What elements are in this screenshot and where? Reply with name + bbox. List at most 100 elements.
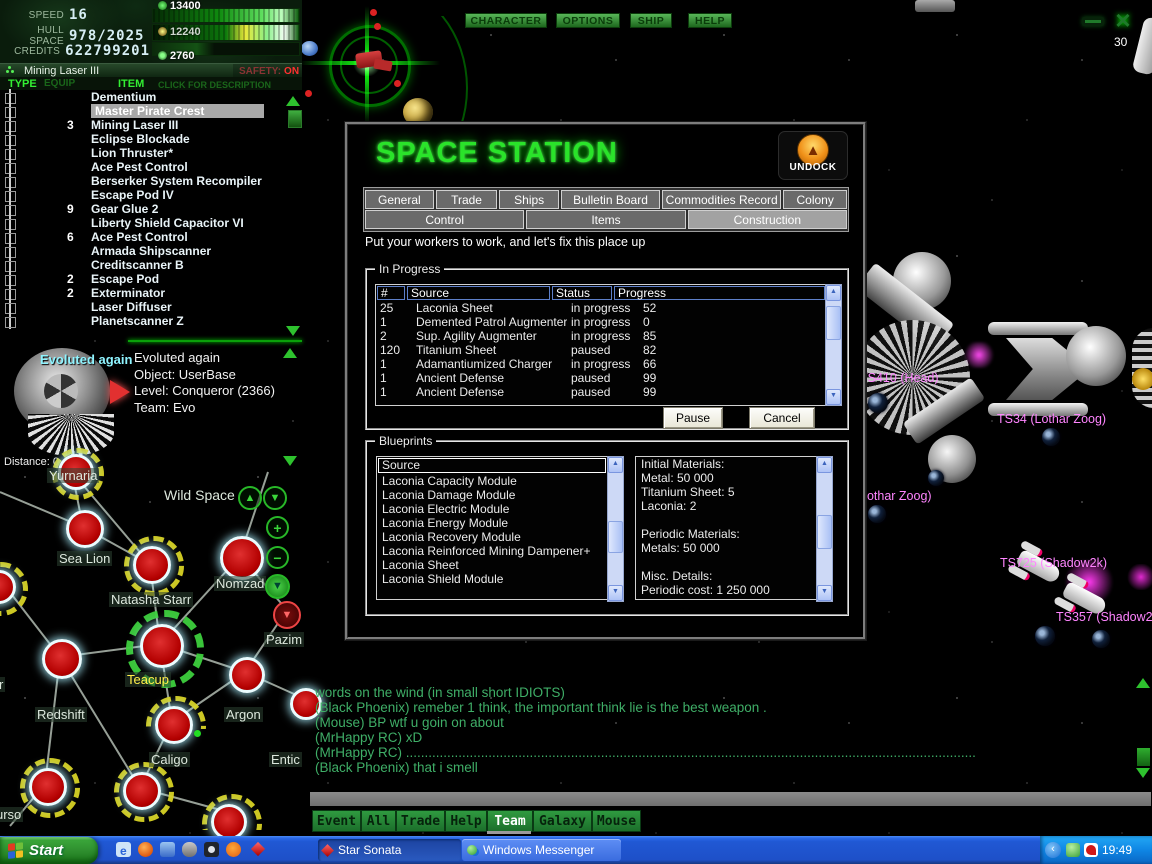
galaxy-node-bottom-2[interactable] xyxy=(123,772,161,810)
antivirus-tray-icon[interactable] xyxy=(1084,843,1098,857)
galaxy-map[interactable]: Yurnaria Wild Space Sea Lion Natasha Sta… xyxy=(0,470,305,830)
chat-tab-all[interactable]: All xyxy=(361,810,396,832)
blueprint-item[interactable]: Laconia Capacity Module xyxy=(377,474,607,488)
chat-scroll-thumb[interactable] xyxy=(1137,748,1150,766)
taskbar-task-windows-messenger[interactable]: Windows Messenger xyxy=(462,839,621,861)
chat-tab-mouse[interactable]: Mouse xyxy=(592,810,641,832)
table-row[interactable]: 1Demented Patrol Augmenterin progress0 xyxy=(376,315,826,329)
galaxy-node-teacup[interactable] xyxy=(140,624,184,668)
tab-bulletin-board[interactable]: Bulletin Board xyxy=(561,190,660,209)
blueprint-item[interactable]: Laconia Shield Module xyxy=(377,572,607,586)
blueprint-item[interactable]: Laconia Recovery Module xyxy=(377,530,607,544)
cancel-button[interactable]: Cancel xyxy=(749,407,815,429)
inventory-item[interactable]: Laser Diffuser xyxy=(0,300,302,314)
target-scroll-up-icon[interactable] xyxy=(283,348,297,358)
inventory-scroll-thumb[interactable] xyxy=(288,110,302,128)
safety-indicator[interactable]: SAFETY: ON xyxy=(233,63,302,78)
help-button[interactable]: HELP xyxy=(688,13,732,28)
blueprint-item[interactable]: Laconia Energy Module xyxy=(377,516,607,530)
inventory-item[interactable]: Master Pirate Crest xyxy=(0,104,302,118)
table-row[interactable]: 2Sup. Agility Augmenterin progress85 xyxy=(376,329,826,343)
map-layer-down-button[interactable]: ▼ xyxy=(263,486,287,510)
star-sonata-quick-icon[interactable] xyxy=(250,842,265,857)
inventory-item[interactable]: Armada Shipscanner xyxy=(0,244,302,258)
map-zoom-out-button[interactable]: − xyxy=(266,546,289,569)
options-button[interactable]: OPTIONS xyxy=(556,13,620,28)
close-button[interactable]: × xyxy=(1110,9,1136,33)
details-scrollbar[interactable]: ▲ ▼ xyxy=(816,456,833,602)
scroll-thumb[interactable] xyxy=(817,515,832,549)
selected-weapon-bar[interactable]: Mining Laser III xyxy=(0,63,233,78)
tab-trade[interactable]: Trade xyxy=(436,190,498,209)
firefox-icon[interactable] xyxy=(138,842,153,857)
galaxy-node-bottom-1[interactable] xyxy=(29,768,67,806)
tab-construction[interactable]: Construction xyxy=(688,210,847,229)
map-layer-up-button[interactable]: ▲ xyxy=(238,486,262,510)
chat-scroll-up-icon[interactable] xyxy=(1136,678,1150,688)
galaxy-node-argon[interactable] xyxy=(229,657,265,693)
blender-icon[interactable] xyxy=(226,842,241,857)
col-source[interactable]: Source xyxy=(407,286,550,300)
inventory-item[interactable]: Creditscanner B xyxy=(0,258,302,272)
col-progress[interactable]: Progress xyxy=(614,286,825,300)
minimize-button[interactable] xyxy=(1082,17,1104,26)
msn-tray-icon[interactable] xyxy=(1066,843,1080,857)
galaxy-node-nomzad[interactable] xyxy=(220,536,264,580)
blueprint-item[interactable]: Laconia Sheet xyxy=(377,558,607,572)
chat-input[interactable] xyxy=(310,792,1151,806)
blueprint-item[interactable]: Laconia Electric Module xyxy=(377,502,607,516)
scroll-down-icon[interactable]: ▼ xyxy=(826,389,841,405)
inventory-item[interactable]: 3Mining Laser III xyxy=(0,118,302,132)
tab-colony[interactable]: Colony xyxy=(783,190,847,209)
galaxy-node-natasha-starr[interactable] xyxy=(133,546,171,584)
scroll-up-icon[interactable]: ▲ xyxy=(826,285,841,301)
inventory-item[interactable]: Dementium xyxy=(0,90,302,104)
tab-commodities-record[interactable]: Commodities Record xyxy=(662,190,781,209)
tab-ships[interactable]: Ships xyxy=(499,190,559,209)
table-row[interactable]: 1Ancient Defensepaused99 xyxy=(376,385,826,399)
ship-app-icon[interactable] xyxy=(182,842,197,857)
table-row[interactable]: 1Ancient Defensepaused99 xyxy=(376,371,826,385)
scroll-up-icon[interactable]: ▲ xyxy=(817,457,832,473)
ship-button[interactable]: SHIP xyxy=(630,13,672,28)
table-row[interactable]: 1Adamantiumized Chargerin progress66 xyxy=(376,357,826,371)
map-zoom-in-button[interactable]: + xyxy=(266,516,289,539)
inventory-item[interactable]: 2Exterminator xyxy=(0,286,302,300)
table-row[interactable]: 25Laconia Sheetin progress52 xyxy=(376,301,826,315)
inventory-item[interactable]: Liberty Shield Capacitor VI xyxy=(0,216,302,230)
scroll-up-icon[interactable]: ▲ xyxy=(608,457,623,473)
chat-tab-galaxy[interactable]: Galaxy xyxy=(533,810,592,832)
chat-scroll-down-icon[interactable] xyxy=(1136,768,1150,778)
scroll-thumb[interactable] xyxy=(608,521,623,553)
blueprints-scrollbar[interactable]: ▲ ▼ xyxy=(607,456,624,602)
inventory-item[interactable]: 6Ace Pest Control xyxy=(0,230,302,244)
inventory-item[interactable]: Planetscanner Z xyxy=(0,314,302,328)
scroll-down-icon[interactable]: ▼ xyxy=(817,585,832,601)
blueprints-list-header[interactable]: Source xyxy=(378,458,606,473)
galaxy-node-redshift[interactable] xyxy=(42,639,82,679)
undock-button[interactable]: ▲ UNDOCK xyxy=(778,131,848,180)
inventory-item[interactable]: Berserker System Recompiler xyxy=(0,174,302,188)
chat-tab-team[interactable]: Team xyxy=(487,810,533,832)
inventory-item[interactable]: Escape Pod IV xyxy=(0,188,302,202)
start-button[interactable]: Start xyxy=(0,837,98,864)
col-number[interactable]: # xyxy=(377,286,405,300)
inventory-item[interactable]: 9Gear Glue 2 xyxy=(0,202,302,216)
tab-items[interactable]: Items xyxy=(526,210,685,229)
scroll-down-icon[interactable]: ▼ xyxy=(608,585,623,601)
table-scrollbar[interactable]: ▲ ▼ xyxy=(825,284,842,406)
target-scroll-down-icon[interactable] xyxy=(283,456,297,466)
col-status[interactable]: Status xyxy=(552,286,612,300)
blueprint-item[interactable]: Laconia Reinforced Mining Dampener+ xyxy=(377,544,607,558)
tab-general[interactable]: General xyxy=(365,190,434,209)
chat-tab-event[interactable]: Event xyxy=(312,810,361,832)
inventory-item[interactable]: Eclipse Blockade xyxy=(0,132,302,146)
tray-collapse-icon[interactable]: ‹ xyxy=(1045,842,1061,858)
chat-tab-trade[interactable]: Trade xyxy=(396,810,445,832)
taskbar-task-star-sonata[interactable]: Star Sonata xyxy=(318,839,461,861)
inventory-item[interactable]: 2Escape Pod xyxy=(0,272,302,286)
blueprint-item[interactable]: Laconia Damage Module xyxy=(377,488,607,502)
internet-explorer-icon[interactable]: e xyxy=(116,842,131,857)
messenger-quick-icon[interactable] xyxy=(160,842,175,857)
map-marker-button[interactable]: ▼ xyxy=(273,601,301,629)
